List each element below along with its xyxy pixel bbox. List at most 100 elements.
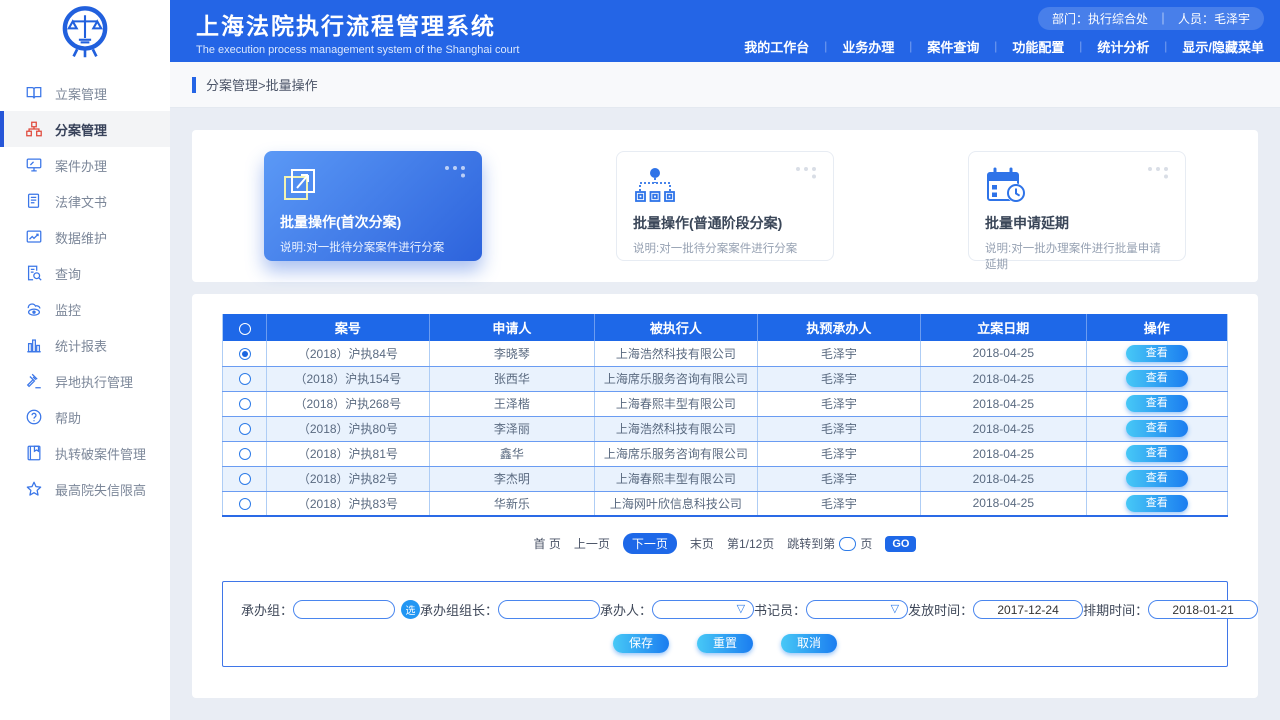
nav-separator: ｜ (1075, 39, 1086, 55)
nav-my-workbench[interactable]: 我的工作台 (744, 37, 809, 56)
row-radio[interactable] (239, 448, 251, 460)
choose-group-button[interactable]: 选 (401, 600, 420, 619)
card-description: 说明:对一批待分案案件进行分案 (280, 239, 466, 255)
card-batch-first-assignment[interactable]: 批量操作(首次分案) 说明:对一批待分案案件进行分案 (264, 151, 482, 261)
issue-date-input[interactable]: 2017-12-24 (973, 600, 1083, 619)
star-icon (25, 480, 43, 498)
nav-separator: ｜ (990, 39, 1001, 55)
last-page-link[interactable]: 末页 (690, 535, 714, 552)
app-title-block: 上海法院执行流程管理系统 The execution process manag… (196, 7, 519, 56)
cancel-button[interactable]: 取消 (781, 634, 837, 653)
cell-respondent: 上海春熙丰型有限公司 (595, 466, 757, 491)
page-info: 第1/12页 (727, 535, 774, 552)
org-chart-icon (25, 120, 43, 138)
sidebar-item-help[interactable]: 帮助 (0, 399, 170, 435)
cell-filing-date: 2018-04-25 (921, 466, 1086, 491)
nav-separator: ｜ (820, 39, 831, 55)
nav-case-query[interactable]: 案件查询 (927, 37, 979, 56)
more-dots-icon (443, 164, 469, 179)
row-radio[interactable] (239, 348, 251, 360)
gavel-icon (25, 372, 43, 390)
nav-statistics[interactable]: 统计分析 (1097, 37, 1149, 56)
assignment-form: 承办组： 选 承办组组长： 承办人： ▽ 书记员： ▽ (222, 581, 1228, 667)
view-button[interactable]: 查看 (1126, 470, 1188, 487)
dropdown-caret-icon: ▽ (737, 602, 745, 615)
row-radio[interactable] (239, 398, 251, 410)
handling-group-input[interactable] (293, 600, 395, 619)
handler-select[interactable]: ▽ (652, 600, 754, 619)
nav-function-config[interactable]: 功能配置 (1012, 37, 1064, 56)
select-all-radio[interactable] (239, 323, 251, 335)
view-button[interactable]: 查看 (1126, 445, 1188, 462)
case-table-panel: 案号 申请人 被执行人 执预承办人 立案日期 操作 （2018）沪执84号 李晓… (192, 294, 1258, 698)
view-button[interactable]: 查看 (1126, 420, 1188, 437)
reset-button[interactable]: 重置 (697, 634, 753, 653)
cell-filing-date: 2018-04-25 (921, 491, 1086, 516)
sidebar-item-query[interactable]: 查询 (0, 255, 170, 291)
breadcrumb-accent-bar (192, 77, 196, 93)
row-radio[interactable] (239, 423, 251, 435)
nav-separator: ｜ (905, 39, 916, 55)
row-radio[interactable] (239, 473, 251, 485)
view-button[interactable]: 查看 (1126, 495, 1188, 512)
card-batch-stage-assignment[interactable]: 批量操作(普通阶段分案) 说明:对一批待分案案件进行分案 (616, 151, 834, 261)
assign-tree-icon (633, 166, 677, 206)
card-batch-extension-request[interactable]: 批量申请延期 说明:对一批办理案件进行批量申请延期 (968, 151, 1186, 261)
book-icon (25, 84, 43, 102)
person-label: 人员：毛泽宇 (1178, 10, 1250, 27)
nav-toggle-menu[interactable]: 显示/隐藏菜单 (1182, 37, 1264, 56)
pagination: 首 页 上一页 下一页 末页 第1/12页 跳转到第 页 GO (222, 533, 1228, 554)
pill-separator: ｜ (1157, 10, 1169, 27)
more-dots-icon (794, 165, 820, 180)
sidebar-item-case-assignment[interactable]: 分案管理 (0, 111, 170, 147)
cell-filing-date: 2018-04-25 (921, 341, 1086, 366)
cell-respondent: 上海春熙丰型有限公司 (595, 391, 757, 416)
sidebar-item-bankruptcy-cases[interactable]: 执转破案件管理 (0, 435, 170, 471)
cell-respondent: 上海席乐服务咨询有限公司 (595, 366, 757, 391)
card-description: 说明:对一批办理案件进行批量申请延期 (985, 240, 1169, 272)
sidebar-item-supreme-court-list[interactable]: 最高院失信限高 (0, 471, 170, 507)
view-button[interactable]: 查看 (1126, 345, 1188, 362)
sidebar-item-case-filing[interactable]: 立案管理 (0, 75, 170, 111)
sidebar-item-legal-documents[interactable]: 法律文书 (0, 183, 170, 219)
column-header-handler: 执预承办人 (757, 314, 920, 341)
cell-applicant: 华新乐 (429, 491, 594, 516)
go-button[interactable]: GO (885, 536, 916, 552)
dropdown-caret-icon: ▽ (891, 602, 899, 615)
prev-page-link[interactable]: 上一页 (574, 535, 610, 552)
cell-handler: 毛泽宇 (757, 466, 920, 491)
cell-filing-date: 2018-04-25 (921, 391, 1086, 416)
sidebar-item-monitoring[interactable]: 监控 (0, 291, 170, 327)
case-table: 案号 申请人 被执行人 执预承办人 立案日期 操作 （2018）沪执84号 李晓… (222, 314, 1228, 517)
sidebar-item-remote-execution[interactable]: 异地执行管理 (0, 363, 170, 399)
column-header-applicant: 申请人 (429, 314, 594, 341)
view-button[interactable]: 查看 (1126, 370, 1188, 387)
card-title: 批量申请延期 (985, 213, 1169, 233)
user-info-badge: 部门：执行综合处 ｜ 人员：毛泽宇 (1038, 7, 1264, 30)
schedule-date-input[interactable]: 2018-01-21 (1148, 600, 1258, 619)
row-radio[interactable] (239, 498, 251, 510)
save-button[interactable]: 保存 (613, 634, 669, 653)
sidebar-item-statistics-report[interactable]: 统计报表 (0, 327, 170, 363)
jump-page-input[interactable] (839, 537, 856, 551)
first-page-link[interactable]: 首 页 (534, 535, 561, 552)
handling-group-label: 承办组： (241, 600, 293, 619)
table-row: （2018）沪执80号 李泽丽 上海浩然科技有限公司 毛泽宇 2018-04-2… (223, 416, 1228, 441)
sidebar-item-case-handling[interactable]: 案件办理 (0, 147, 170, 183)
column-header-respondent: 被执行人 (595, 314, 757, 341)
cell-case-no: （2018）沪执268号 (267, 391, 429, 416)
next-page-button[interactable]: 下一页 (623, 533, 677, 554)
nav-business-handling[interactable]: 业务办理 (842, 37, 894, 56)
cell-handler: 毛泽宇 (757, 491, 920, 516)
breadcrumb: 分案管理>批量操作 (170, 62, 1280, 108)
app-title: 上海法院执行流程管理系统 (196, 7, 519, 41)
view-button[interactable]: 查看 (1126, 395, 1188, 412)
row-radio[interactable] (239, 373, 251, 385)
cell-handler: 毛泽宇 (757, 441, 920, 466)
cell-handler: 毛泽宇 (757, 391, 920, 416)
data-chart-icon (25, 228, 43, 246)
clerk-select[interactable]: ▽ (806, 600, 908, 619)
sidebar-item-data-maintenance[interactable]: 数据维护 (0, 219, 170, 255)
group-leader-input[interactable] (498, 600, 600, 619)
table-row: （2018）沪执84号 李晓琴 上海浩然科技有限公司 毛泽宇 2018-04-2… (223, 341, 1228, 366)
